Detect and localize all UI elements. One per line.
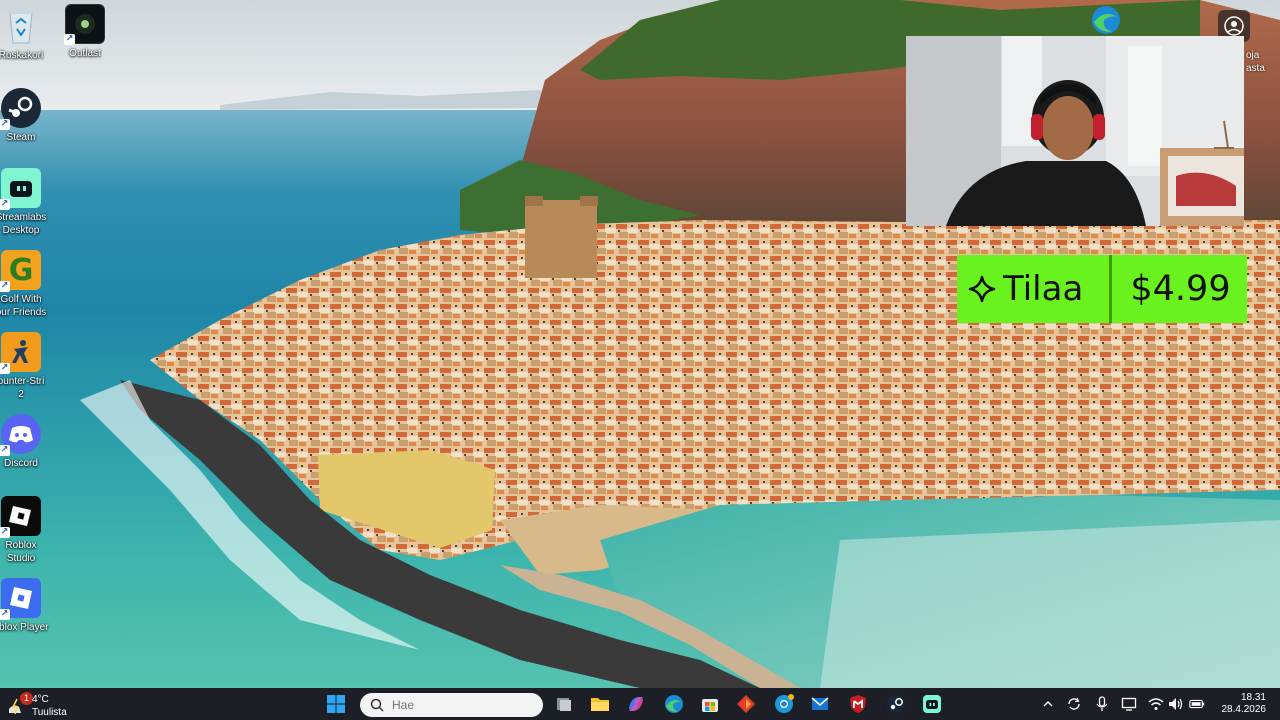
sparkle-icon: [961, 255, 1003, 323]
user-circle-icon: [1224, 16, 1244, 36]
microphone-icon: [1096, 696, 1108, 711]
outlast-icon: ↗: [64, 4, 105, 45]
show-hidden-icons-button[interactable]: [1040, 696, 1056, 712]
roblox-player-icon: ↗: [0, 578, 41, 620]
wifi-tray[interactable]: [1148, 696, 1164, 712]
volume-icon: [1169, 698, 1183, 710]
desktop-icon-roblox-studio[interactable]: ↗ Roblox Studio: [0, 496, 61, 565]
weather-temperature: 4°C: [32, 694, 49, 705]
desktop-partial-label-2: asta: [1246, 63, 1265, 74]
clock-date: 28.4.2026: [1221, 704, 1267, 715]
desktop-icon-label: Discord: [4, 458, 38, 469]
subscribe-widget[interactable]: Tilaa $4.99: [957, 255, 1247, 323]
office-button[interactable]: [734, 693, 758, 715]
counter-strike-icon: ↗: [0, 332, 41, 374]
edge-button[interactable]: [662, 693, 686, 715]
shortcut-arrow-icon: ↗: [0, 363, 10, 374]
shortcut-arrow-icon: ↗: [0, 609, 10, 620]
shortcut-arrow-icon: ↗: [0, 527, 10, 538]
clock-time: 18.31: [1240, 692, 1266, 703]
edge-icon: [1092, 6, 1120, 34]
battery-icon: [1189, 699, 1205, 709]
shortcut-arrow-icon: ↗: [0, 199, 10, 210]
mail-button[interactable]: [808, 693, 832, 715]
desktop-icon-label: ounter-Stri 2: [0, 376, 45, 400]
file-explorer-button[interactable]: [588, 693, 612, 715]
chrome-icon: [775, 694, 794, 713]
file-explorer-icon: [591, 698, 609, 711]
mcafee-button[interactable]: [846, 693, 870, 715]
desktop-icon-label: Steam: [6, 132, 36, 143]
desktop-icon-counter-strike[interactable]: ↗ ounter-Stri 2: [0, 332, 61, 401]
copilot-button[interactable]: [624, 693, 648, 715]
microsoft-store-icon: [702, 699, 718, 712]
display-tray[interactable]: [1121, 696, 1137, 712]
desktop-icon-label: oblox Player: [0, 622, 49, 633]
chrome-button[interactable]: [772, 693, 796, 715]
shortcut-arrow-icon: ↗: [0, 119, 10, 130]
desktop-icon-label: Outlast: [69, 48, 101, 59]
desktop-partial-label-1: oja: [1246, 50, 1260, 61]
mcafee-icon: [850, 695, 866, 713]
taskbar-search[interactable]: [360, 693, 543, 717]
webcam-overlay: [906, 36, 1244, 226]
golf-with-friends-icon: G ↗: [0, 250, 41, 292]
volume-tray[interactable]: [1168, 696, 1184, 712]
recycle-bin-icon: [1, 6, 41, 46]
shortcut-arrow-icon: ↗: [0, 281, 10, 292]
wifi-icon: [1148, 698, 1164, 710]
battery-tray[interactable]: [1189, 696, 1205, 712]
microphone-tray[interactable]: [1094, 696, 1110, 712]
onedrive-sync-icon: [1068, 697, 1080, 710]
desktop-icon-steam[interactable]: ↗ Steam: [0, 88, 61, 144]
discord-icon: ↗: [0, 414, 41, 456]
desktop-icon-label: Golf With our Friends: [0, 294, 47, 318]
desktop-icon-outlast[interactable]: ↗ Outlast: [45, 4, 125, 60]
shortcut-arrow-icon: ↗: [0, 445, 10, 456]
subscribe-label: Tilaa: [1003, 269, 1084, 309]
onedrive-sync-tray[interactable]: [1066, 696, 1082, 712]
webcam-feed-image: [906, 36, 1244, 226]
office-icon: [737, 695, 755, 713]
task-view-icon: [557, 698, 571, 711]
weather-description: Tuulista: [32, 707, 67, 718]
desktop-icon-label: Roblox Studio: [5, 540, 37, 564]
task-view-button[interactable]: [552, 693, 576, 715]
chevron-up-icon: [1043, 701, 1053, 707]
desktop-icon-streamlabs[interactable]: ↗ Streamlabs Desktop: [0, 168, 61, 237]
copilot-icon: [629, 697, 643, 711]
mail-icon: [811, 697, 829, 710]
weather-widget[interactable]: 1 4°C Tuulista: [6, 692, 76, 718]
subscribe-divider: [1109, 255, 1112, 323]
steam-icon: ↗: [0, 88, 41, 130]
desktop-icon-discord[interactable]: ↗ Discord: [0, 414, 61, 470]
subscribe-price: $4.99: [1130, 269, 1231, 309]
roblox-studio-icon: ↗: [0, 496, 41, 538]
streamlabs-taskbar-button[interactable]: [920, 693, 944, 715]
shortcut-arrow-icon: ↗: [64, 34, 75, 45]
start-icon: [327, 695, 345, 713]
microsoft-store-button[interactable]: [698, 693, 722, 715]
search-icon: [370, 698, 384, 712]
edge-icon: [665, 695, 683, 713]
streamlabs-icon: ↗: [0, 168, 41, 210]
search-input[interactable]: [392, 698, 532, 712]
steam-taskbar-button[interactable]: [884, 693, 908, 715]
desktop-icon-edge[interactable]: [1086, 4, 1126, 36]
desktop-icon-label: Streamlabs Desktop: [0, 212, 47, 236]
steam-icon: [887, 695, 905, 713]
taskbar-clock[interactable]: 18.31 28.4.2026: [1214, 692, 1267, 716]
desktop-icon-golf-with-friends[interactable]: G ↗ Golf With our Friends: [0, 250, 61, 319]
taskbar: 1 4°C Tuulista Hae 18.31 28.4.2026: [0, 688, 1280, 720]
start-button[interactable]: [324, 693, 348, 715]
display-icon: [1121, 697, 1137, 711]
streamlabs-icon: [923, 695, 941, 713]
desktop-icon-roblox-player[interactable]: ↗ oblox Player: [0, 578, 61, 634]
